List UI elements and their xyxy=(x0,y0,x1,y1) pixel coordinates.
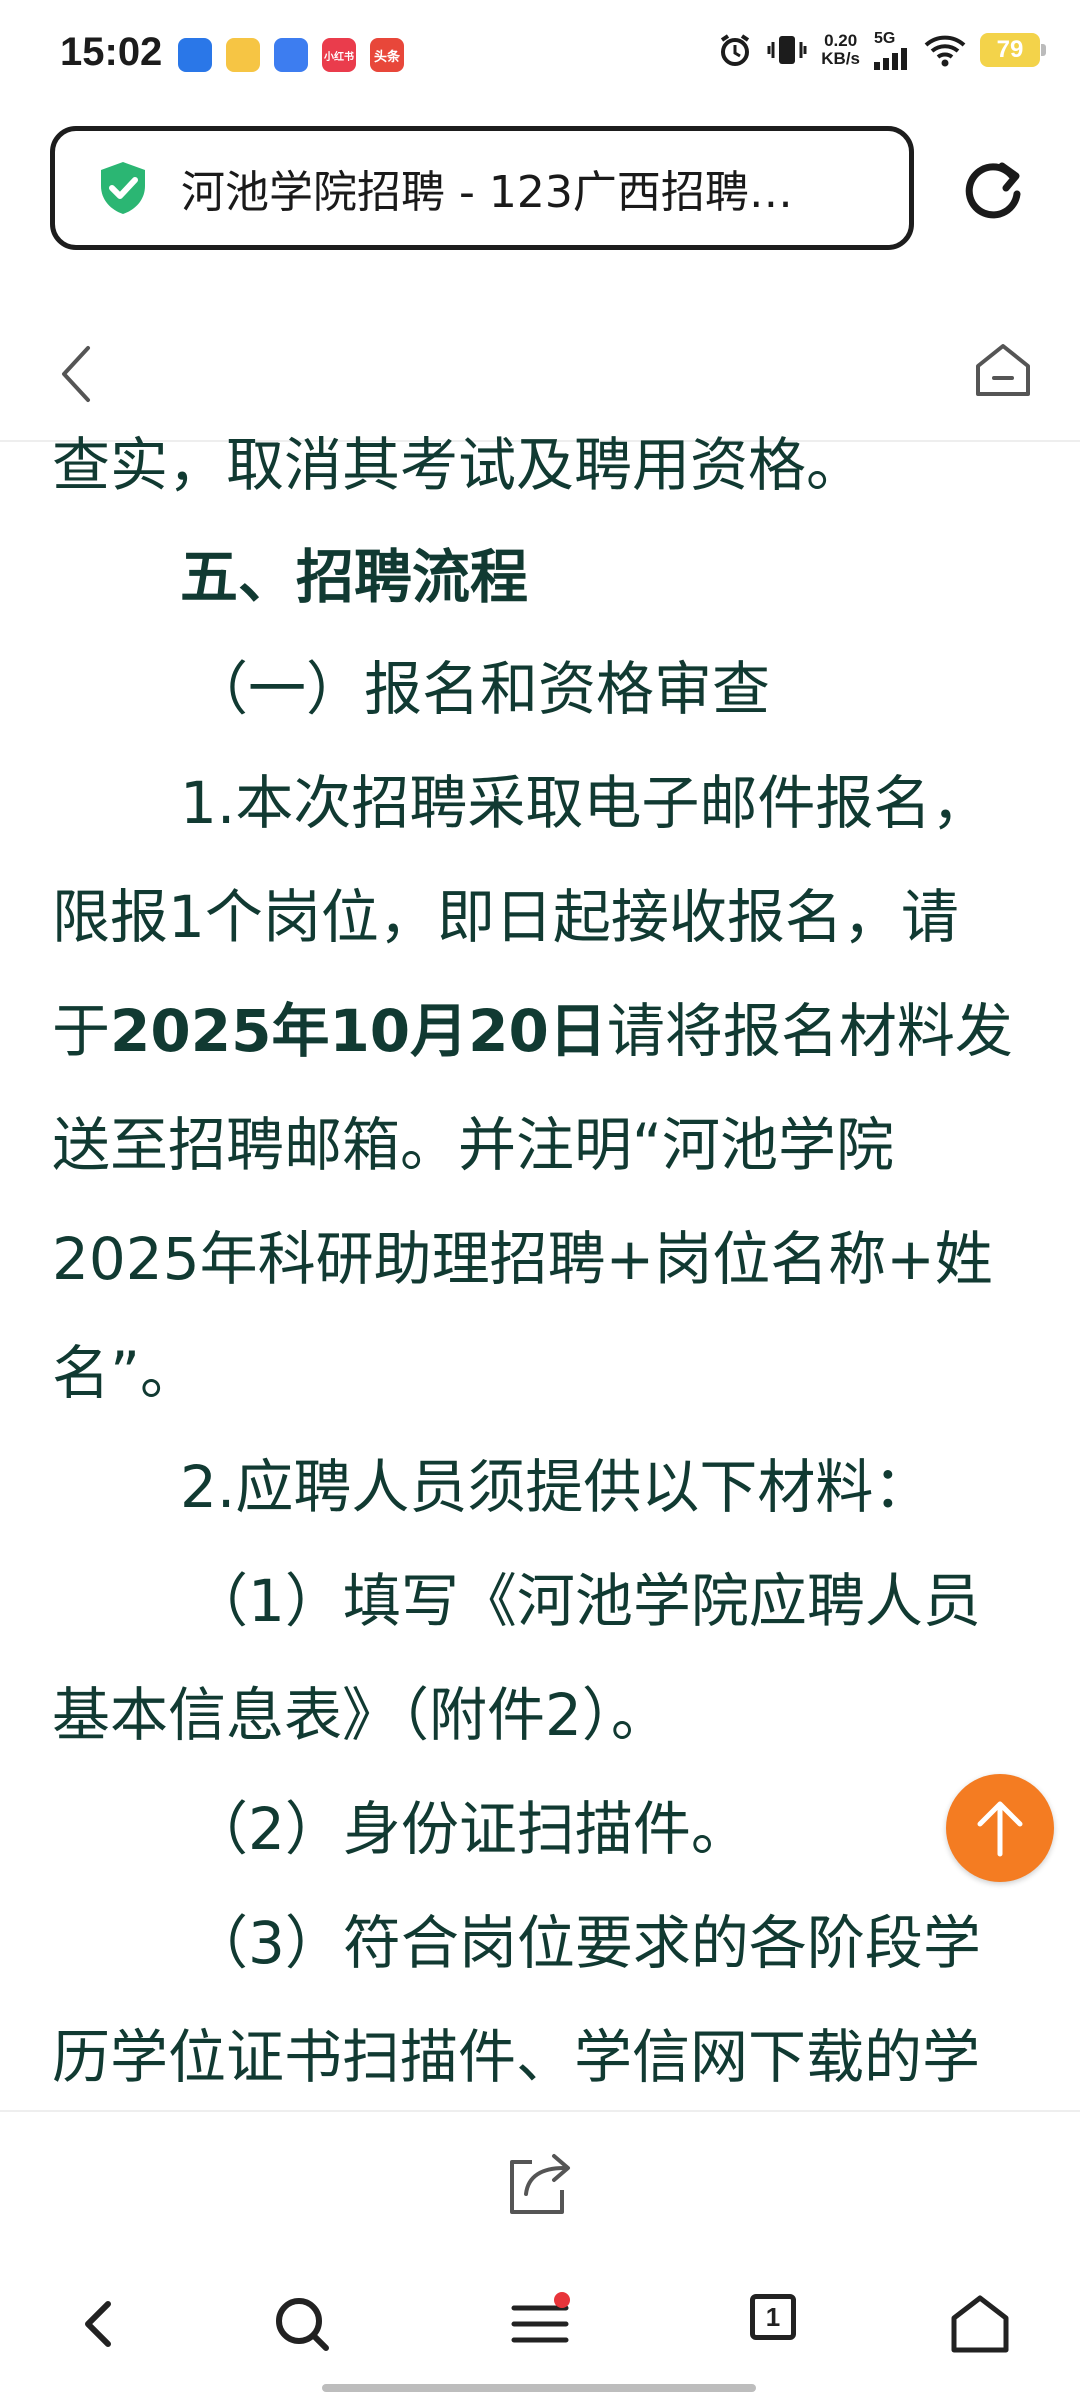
deadline-date: 2025年10月20日 xyxy=(110,997,607,1065)
status-right: 0.20 KB/s 5G 79 xyxy=(717,30,1046,70)
content-line-deadline: 于2025年10月20日请将报名材料发 xyxy=(52,996,1042,1066)
content-line: 1.本次招聘采取电子邮件报名， xyxy=(180,769,990,837)
scroll-top-button[interactable] xyxy=(946,1774,1054,1882)
subsection-heading: （一）报名和资格审查 xyxy=(190,655,771,723)
article-content: 查实，取消其考试及聘用资格。 五、招聘流程 （一）报名和资格审查 1.本次招聘采… xyxy=(0,430,1080,2110)
share-icon[interactable] xyxy=(502,2148,576,2218)
app-icon-2 xyxy=(226,38,260,72)
content-line: 基本信息表》（附件2）。 xyxy=(52,1681,669,1749)
status-time: 15:02 xyxy=(60,30,163,74)
app-icon-xiaohongshu: 小红书 xyxy=(322,38,356,72)
address-bar-url[interactable]: 河池学院招聘 - 123广西招聘… xyxy=(181,156,793,220)
app-icon-3 xyxy=(274,38,308,72)
content-line: 历学位证书扫描件、学信网下载的学 xyxy=(52,2023,981,2091)
shield-check-icon xyxy=(101,162,145,214)
app-icon-toutiao: 头条 xyxy=(370,38,404,72)
battery-indicator: 79 xyxy=(980,33,1046,67)
content-line: 2.应聘人员须提供以下材料： xyxy=(180,1453,932,1521)
menu-icon[interactable] xyxy=(508,2292,572,2356)
bottom-nav: 1 xyxy=(0,2248,1080,2400)
content-line: 查实，取消其考试及聘用资格。 xyxy=(52,431,865,499)
home-icon[interactable] xyxy=(972,338,1034,400)
app-icon-1 xyxy=(178,38,212,72)
network-type: 5G xyxy=(874,30,896,47)
home-nav-icon[interactable] xyxy=(948,2292,1012,2356)
net-speed: 0.20 KB/s xyxy=(821,32,860,68)
tabs-count-button[interactable]: 1 xyxy=(750,2294,796,2340)
notification-icons: 小红书 头条 xyxy=(178,38,404,72)
alarm-icon xyxy=(721,34,750,66)
share-bar xyxy=(0,2110,1080,2250)
text: 请将报名材料发 xyxy=(606,997,1013,1065)
status-bar: 15:02 小红书 头条 0.20 KB/s 5G 79 xyxy=(0,0,1080,110)
wifi-icon xyxy=(924,35,966,67)
text: 于 xyxy=(52,997,111,1065)
home-indicator[interactable] xyxy=(322,2384,756,2392)
section-heading: 五、招聘流程 xyxy=(180,543,529,611)
arrow-up-icon xyxy=(977,1801,1023,1857)
signal-icon xyxy=(874,48,907,70)
content-line: （3）符合岗位要求的各阶段学 xyxy=(190,1909,981,1977)
content-line: 限报1个岗位，即日起接收报名，请 xyxy=(52,883,959,951)
back-icon[interactable] xyxy=(58,344,92,404)
reload-icon[interactable] xyxy=(960,158,1026,224)
back-nav-icon[interactable] xyxy=(68,2292,132,2356)
net-speed-unit: KB/s xyxy=(821,49,860,68)
vibrate-icon xyxy=(767,36,807,64)
net-speed-value: 0.20 xyxy=(824,31,858,50)
content-line: 名”。 xyxy=(52,1339,199,1407)
cell-signal: 5G xyxy=(874,30,910,70)
content-line: 送至招聘邮箱。并注明“河池学院 xyxy=(52,1111,895,1179)
search-icon[interactable] xyxy=(270,2292,334,2356)
address-bar[interactable]: 河池学院招聘 - 123广西招聘… xyxy=(50,126,914,250)
content-line: （1）填写《河池学院应聘人员 xyxy=(190,1567,981,1635)
page-toolbar xyxy=(0,300,1080,442)
content-line: 2025年科研助理招聘+岗位名称+姓 xyxy=(52,1225,993,1293)
